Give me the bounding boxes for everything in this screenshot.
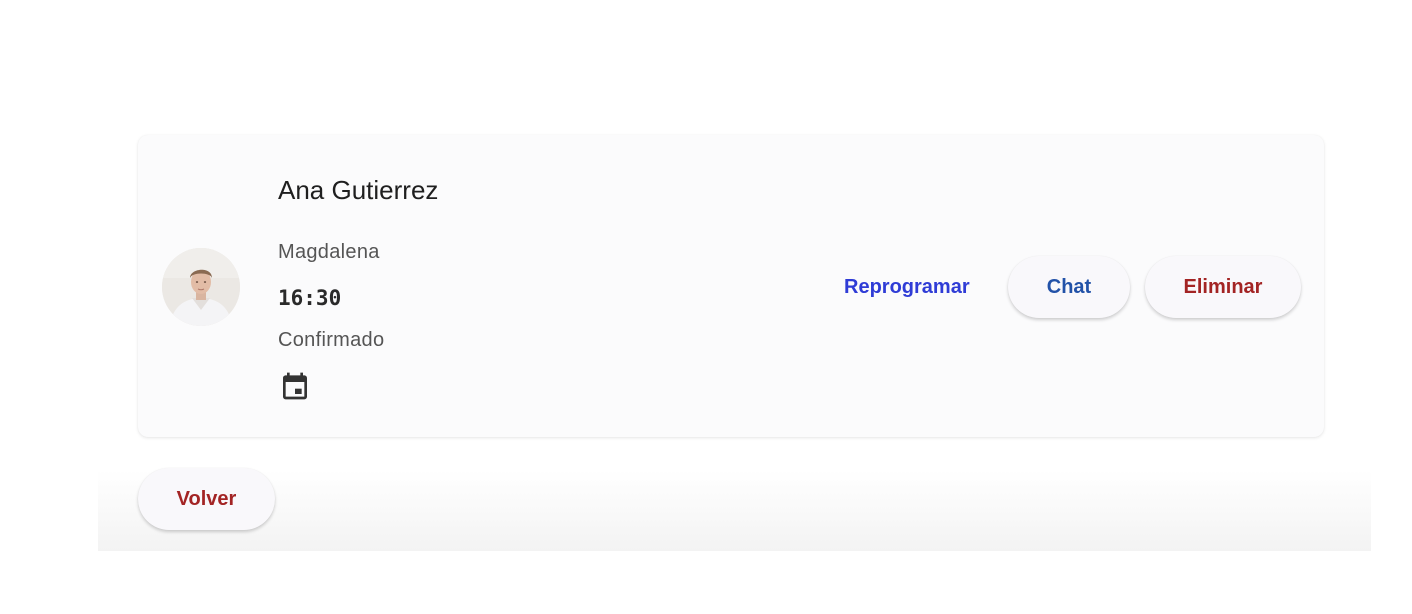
appointment-time: 16:30 (278, 286, 342, 310)
status-text: Confirmado (278, 329, 385, 351)
avatar (162, 248, 240, 326)
appointment-card: Ana Gutierrez Magdalena 16:30 Confirmado… (138, 135, 1324, 437)
delete-button[interactable]: Eliminar (1145, 256, 1301, 318)
reschedule-button[interactable]: Reprogramar (834, 270, 980, 304)
calendar-icon (283, 372, 307, 400)
chat-button[interactable]: Chat (1008, 256, 1130, 318)
patient-name: Ana Gutierrez (278, 175, 439, 205)
location-text: Magdalena (278, 241, 380, 263)
avatar-image (162, 248, 240, 326)
back-button[interactable]: Volver (138, 468, 275, 530)
